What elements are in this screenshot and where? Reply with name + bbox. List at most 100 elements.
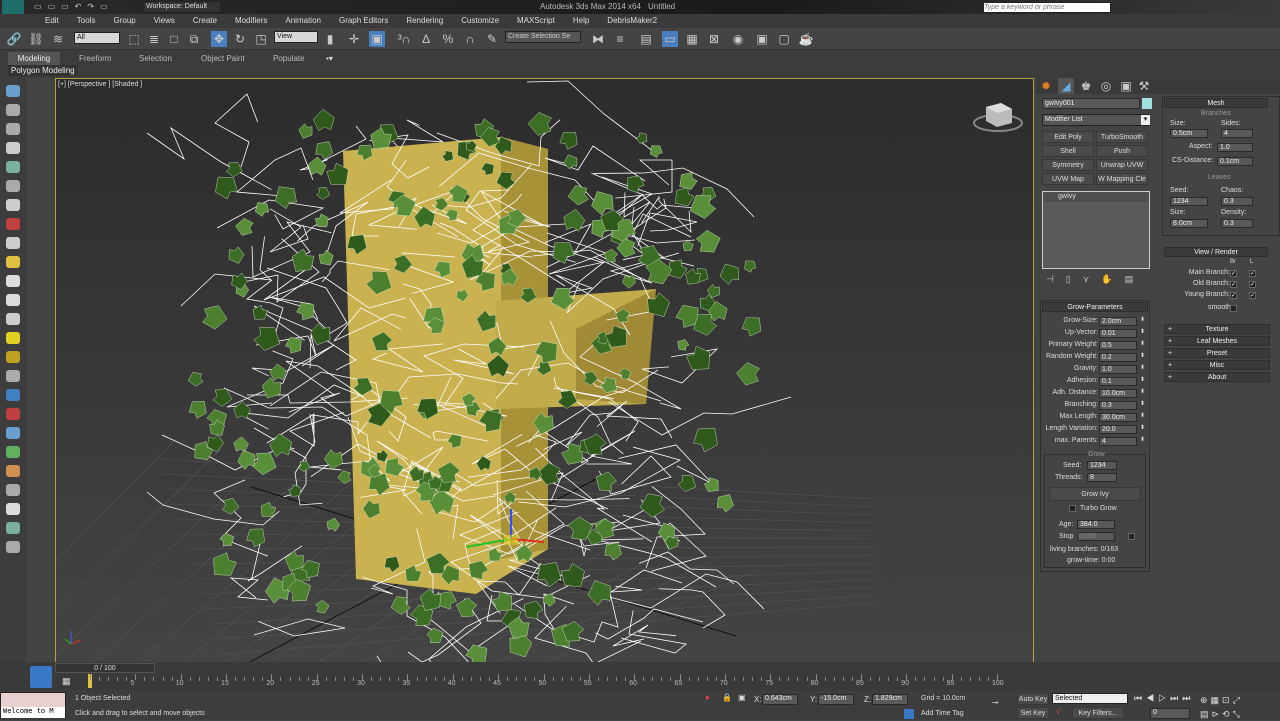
keyboard-shortcut-icon[interactable]: ▣	[369, 31, 385, 47]
tool-icon[interactable]	[6, 123, 20, 135]
modifier-button[interactable]: W Mapping Cle	[1096, 173, 1148, 185]
tool-icon[interactable]	[6, 237, 20, 249]
menu-customize[interactable]: Customize	[452, 14, 508, 28]
menu-maxscript[interactable]: MAXScript	[508, 14, 564, 28]
mesh-rollout-header[interactable]: Mesh	[1164, 98, 1268, 108]
leaf-size-field[interactable]: 8.0cm	[1170, 219, 1208, 228]
reference-coord-dropdown[interactable]: View	[274, 31, 318, 43]
key-mode-icon[interactable]: ⊸	[992, 698, 999, 707]
bind-spacewarp-icon[interactable]: ≋	[50, 31, 66, 47]
spinner-icon[interactable]: ⬍	[1140, 436, 1145, 443]
spinner-icon[interactable]: ⬍	[1140, 400, 1145, 407]
edit-named-selection-icon[interactable]: ✎	[484, 31, 500, 47]
ribbon-options-icon[interactable]: ▪▾	[326, 54, 333, 63]
tool-icon[interactable]	[6, 503, 20, 515]
stop-field[interactable]: 1000	[1077, 532, 1115, 541]
spinner-icon[interactable]: ⬍	[1140, 388, 1145, 395]
rollout-about[interactable]: + About	[1164, 372, 1270, 382]
tool-icon[interactable]	[6, 180, 20, 192]
add-time-tag-button[interactable]: Add Time Tag	[921, 710, 964, 717]
tool-icon[interactable]	[6, 389, 20, 401]
tool-icon[interactable]	[6, 275, 20, 287]
spinner-icon[interactable]: ⬍	[1140, 352, 1145, 359]
tool-icon[interactable]	[6, 161, 20, 173]
workspace-dropdown[interactable]: Workspace: Default	[143, 1, 221, 13]
rectangular-selection-icon[interactable]: □	[166, 31, 182, 47]
x-coordinate-field[interactable]: 0.643cm	[762, 694, 798, 705]
scale-icon[interactable]: ◳	[253, 31, 269, 47]
rollout-misc[interactable]: + Misc	[1164, 360, 1270, 370]
modifier-button[interactable]: Symmetry	[1042, 159, 1094, 171]
tool-icon[interactable]	[6, 332, 20, 344]
menu-help[interactable]: Help	[564, 14, 598, 28]
spinner-icon[interactable]: ⬍	[1140, 340, 1145, 347]
smooth-checkbox[interactable]	[1230, 305, 1237, 312]
mirror-icon[interactable]: ⧓	[590, 31, 606, 47]
key-filters-button[interactable]: Key Filters...	[1072, 707, 1124, 719]
leaf-seed-field[interactable]: 1234	[1170, 197, 1208, 206]
viewport-layout-icon[interactable]	[30, 666, 52, 688]
viewport-label[interactable]: [+] [Perspective ] [Shaded ]	[58, 81, 142, 88]
spinner-icon[interactable]: ⬍	[1140, 412, 1145, 419]
cs-distance-field[interactable]: 0.1cm	[1217, 157, 1253, 166]
grow-param-field[interactable]: 0.2	[1099, 353, 1137, 362]
grow-param-field[interactable]: 0.5	[1099, 341, 1137, 350]
menu-modifiers[interactable]: Modifiers	[226, 14, 276, 28]
create-tab-icon[interactable]: ✹	[1038, 78, 1054, 94]
time-slider[interactable]: 0 / 100	[55, 663, 155, 673]
percent-snap-icon[interactable]: %	[440, 31, 456, 47]
utilities-tab-icon[interactable]: ⚒	[1136, 78, 1152, 94]
align-icon[interactable]: ≡	[612, 31, 628, 47]
time-tag-icon[interactable]	[904, 709, 914, 719]
density-field[interactable]: 0.3	[1221, 219, 1253, 228]
branch-size-field[interactable]: 0.5cm	[1170, 129, 1208, 138]
age-field[interactable]: 384.0	[1077, 520, 1115, 529]
angle-snap-icon[interactable]: ∆	[418, 31, 434, 47]
menu-views[interactable]: Views	[145, 14, 184, 28]
grow-seed-field[interactable]: 1234	[1087, 461, 1117, 470]
rollout-texture[interactable]: + Texture	[1164, 324, 1270, 334]
menu-debrismaker2[interactable]: DebrisMaker2	[598, 14, 666, 28]
object-color-swatch[interactable]	[1142, 98, 1152, 109]
tool-icon[interactable]	[6, 85, 20, 97]
display-tab-icon[interactable]: ▣	[1118, 78, 1134, 94]
hierarchy-tab-icon[interactable]: ♚	[1078, 78, 1094, 94]
playback-controls[interactable]: ⏮◀▷⏭⏭	[1134, 693, 1194, 704]
menu-graph-editors[interactable]: Graph Editors	[330, 14, 397, 28]
modifier-list-dropdown[interactable]: Modifier List	[1042, 114, 1150, 126]
aspect-field[interactable]: 1.0	[1217, 143, 1253, 152]
modify-tab-icon[interactable]: ◢	[1058, 78, 1074, 94]
material-editor-icon[interactable]: ◉	[730, 31, 746, 47]
modifier-button[interactable]: UVW Map	[1042, 173, 1094, 185]
spinner-snap-icon[interactable]: ∩	[462, 31, 478, 47]
tool-icon[interactable]	[6, 446, 20, 458]
search-input[interactable]	[983, 2, 1111, 13]
key-tangent-icon[interactable]: √	[1056, 707, 1060, 716]
threads-field[interactable]: 8	[1087, 473, 1117, 482]
menu-tools[interactable]: Tools	[68, 14, 105, 28]
tool-icon[interactable]	[6, 408, 20, 420]
tool-icon[interactable]	[6, 427, 20, 439]
tool-icon[interactable]	[6, 256, 20, 268]
pivot-icon[interactable]: ▮	[322, 31, 338, 47]
tab-selection[interactable]: Selection	[139, 52, 172, 65]
tool-icon[interactable]	[6, 370, 20, 382]
grow-param-field[interactable]: 4	[1099, 437, 1137, 446]
tool-icon[interactable]	[6, 199, 20, 211]
spinner-icon[interactable]: ⬍	[1140, 424, 1145, 431]
branch-visible-checkbox[interactable]: ✓	[1230, 292, 1237, 299]
schematic-view-icon[interactable]: ⊠	[706, 31, 722, 47]
isolate-icon[interactable]: ●	[705, 693, 710, 702]
curve-editor-icon[interactable]: ▦	[684, 31, 700, 47]
snaps-toggle-icon[interactable]: ³∩	[396, 31, 412, 47]
modifier-button[interactable]: Edit Poly	[1042, 131, 1094, 143]
move-icon[interactable]: ✥	[211, 31, 227, 47]
tab-modeling[interactable]: Modeling	[8, 52, 60, 65]
modifier-stack[interactable]: gwIvy	[1042, 191, 1150, 269]
absolute-mode-icon[interactable]: ▣	[738, 693, 746, 702]
select-object-icon[interactable]: ⬚	[126, 31, 142, 47]
spinner-icon[interactable]: ⬍	[1140, 364, 1145, 371]
modifier-button[interactable]: TurboSmooth	[1096, 131, 1148, 143]
rollout-leaf-meshes[interactable]: + Leaf Meshes	[1164, 336, 1270, 346]
navigation-controls[interactable]: ⊕▦⊡⤢ ▤⊳⟲⤡	[1200, 693, 1280, 721]
